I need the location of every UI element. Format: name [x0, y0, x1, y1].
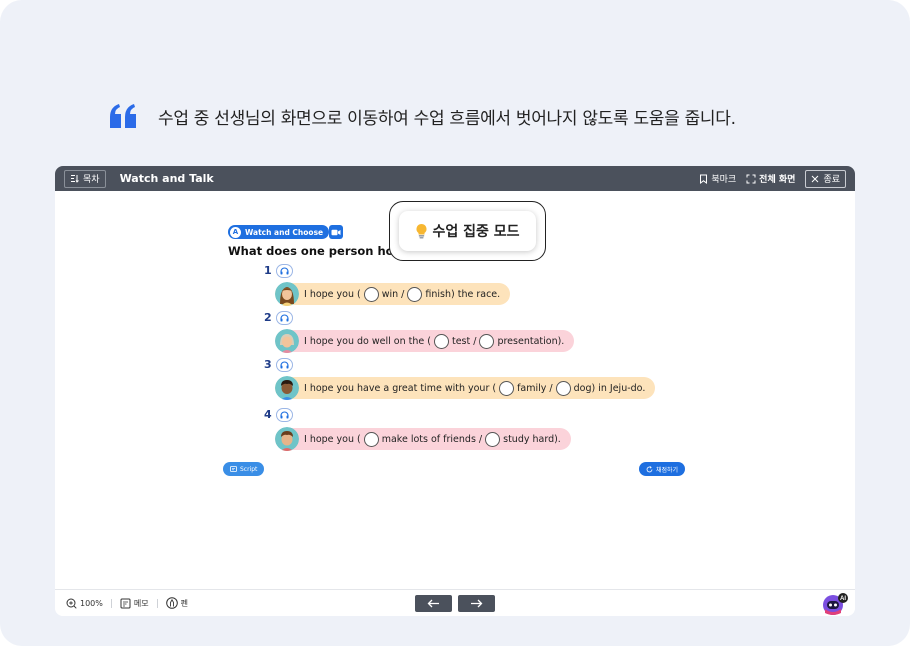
refresh-icon [646, 465, 653, 472]
choice-circle[interactable] [407, 286, 423, 302]
bottom-bar: 100% 메모 펜 AI [55, 589, 855, 616]
quote-icon [110, 104, 136, 128]
top-bar: 목차 Watch and Talk 북마크 전체 화면 종료 [55, 166, 855, 191]
prev-page-button[interactable] [415, 595, 452, 612]
boy-avatar [275, 376, 299, 400]
girl-avatar [275, 282, 299, 306]
toc-button[interactable]: 목차 [64, 169, 106, 188]
choice-option: test / [451, 335, 477, 347]
close-label: 종료 [823, 175, 840, 185]
memo-label: 메모 [133, 598, 149, 608]
memo-button[interactable]: 메모 [120, 598, 149, 609]
section-letter: A [230, 226, 241, 238]
grade-button[interactable]: 채점하기 [639, 462, 686, 476]
slide-background: 수업 중 선생님의 화면으로 이동하여 수업 흐름에서 벗어나지 않도록 도움을… [0, 0, 910, 646]
script-button[interactable]: Script [223, 462, 265, 476]
zoom-control[interactable]: 100% [66, 598, 103, 609]
choice-circle[interactable] [363, 431, 379, 447]
lightbulb-icon [416, 224, 427, 239]
divider [110, 598, 112, 608]
focus-mode-callout: 수업 집중 모드 [389, 201, 546, 261]
choice-option: make lots of friends / [381, 433, 483, 445]
man-avatar [275, 427, 299, 451]
zoom-value: 100% [80, 598, 103, 608]
grandma-avatar [275, 329, 299, 353]
audio-button[interactable] [276, 311, 293, 325]
ai-badge: AI [840, 596, 846, 602]
choice-circle[interactable] [499, 380, 515, 396]
fullscreen-button[interactable]: 전체 화면 [746, 172, 795, 185]
headphones-icon [280, 411, 289, 419]
bookmark-icon [700, 174, 708, 184]
list-icon [71, 175, 79, 183]
sentence-text: I hope you ( [304, 288, 361, 300]
caption: 수업 중 선생님의 화면으로 이동하여 수업 흐름에서 벗어나지 않도록 도움을… [108, 100, 736, 132]
item-number: 4 [264, 408, 272, 421]
bookmark-label: 북마크 [711, 175, 737, 185]
zoom-icon [66, 598, 77, 609]
choice-option: family / [517, 382, 553, 394]
toc-label: 목차 [83, 175, 100, 185]
sentence-bubble: I hope you ( win / finish) the race. [275, 283, 511, 305]
choice-circle[interactable] [555, 380, 571, 396]
script-icon [230, 466, 237, 472]
close-button[interactable]: 종료 [805, 169, 846, 188]
close-icon [812, 175, 819, 182]
section-badge: A Watch and Choose [228, 225, 330, 239]
sentence-text: presentation). [497, 335, 565, 347]
choice-option: win / [381, 288, 405, 300]
video-icon [331, 229, 341, 235]
grade-label: 채점하기 [656, 466, 679, 474]
robot-icon: AI [823, 593, 848, 615]
audio-button[interactable] [276, 358, 293, 372]
sentence-text: I hope you ( [304, 433, 361, 445]
caption-text: 수업 중 선생님의 화면으로 이동하여 수업 흐름에서 벗어나지 않도록 도움을… [158, 108, 736, 129]
choice-circle[interactable] [485, 431, 501, 447]
video-button[interactable] [329, 225, 343, 239]
item-number: 2 [264, 311, 272, 324]
focus-mode-badge[interactable]: 수업 집중 모드 [399, 211, 536, 251]
next-page-button[interactable] [458, 595, 495, 612]
script-label: Script [240, 465, 258, 473]
fullscreen-icon [746, 174, 756, 183]
sentence-bubble: I hope you have a great time with your (… [275, 377, 656, 399]
choice-circle[interactable] [479, 333, 495, 349]
section-label: Watch and Choose [245, 227, 324, 237]
divider [156, 598, 158, 608]
headphones-icon [280, 361, 289, 369]
pen-icon [165, 597, 178, 609]
item-number: 1 [264, 264, 272, 277]
memo-icon [120, 598, 131, 608]
sentence-bubble: I hope you ( make lots of friends / study … [275, 428, 571, 450]
sentence-text: dog) in Jeju-do. [573, 382, 646, 394]
choice-circle[interactable] [363, 286, 379, 302]
lesson-title: Watch and Talk [119, 172, 214, 185]
headphones-icon [280, 267, 289, 275]
ai-assistant-button[interactable]: AI [822, 592, 850, 616]
arrow-left-icon [427, 599, 439, 608]
audio-button[interactable] [276, 408, 293, 422]
audio-button[interactable] [276, 264, 293, 278]
headphones-icon [280, 314, 289, 322]
sentence-text: I hope you do well on the ( [304, 335, 431, 347]
arrow-right-icon [471, 599, 483, 608]
fullscreen-label: 전체 화면 [759, 175, 796, 185]
focus-mode-label: 수업 집중 모드 [432, 224, 520, 240]
pen-label: 펜 [180, 598, 188, 608]
choice-circle[interactable] [433, 333, 449, 349]
pen-button[interactable]: 펜 [165, 597, 188, 609]
sentence-bubble: I hope you do well on the ( test / present… [275, 330, 575, 352]
bookmark-button[interactable]: 북마크 [699, 172, 736, 185]
sentence-text: I hope you have a great time with your ( [304, 382, 497, 394]
sentence-text: finish) the race. [425, 288, 501, 300]
sentence-text: study hard). [503, 433, 561, 445]
item-number: 3 [264, 358, 272, 371]
